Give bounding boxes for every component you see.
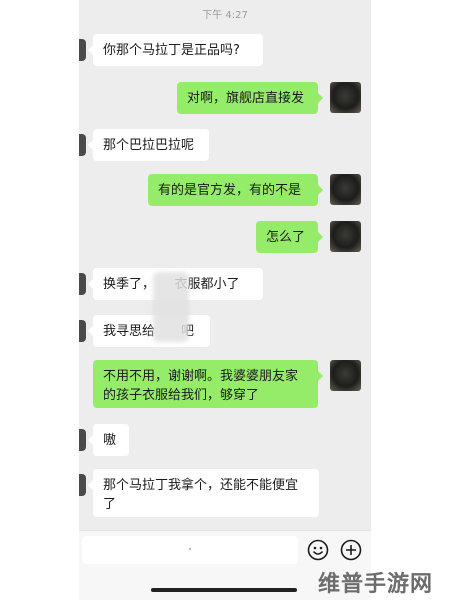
- user-avatar[interactable]: [330, 221, 361, 252]
- received-message[interactable]: 那个巴拉巴拉呢: [88, 129, 209, 161]
- input-cursor: [189, 548, 191, 550]
- redaction-blur: [153, 272, 189, 342]
- user-avatar[interactable]: [330, 82, 361, 113]
- smiley-icon[interactable]: [307, 539, 329, 561]
- user-avatar[interactable]: [330, 174, 361, 205]
- contact-avatar[interactable]: [79, 429, 86, 451]
- home-indicator: [151, 588, 297, 592]
- message-input[interactable]: [82, 536, 298, 564]
- message-timestamp: 下午 4:27: [202, 10, 248, 21]
- received-message[interactable]: 嗷: [88, 424, 129, 456]
- sent-message[interactable]: 对啊，旗舰店直接发: [177, 82, 323, 114]
- site-watermark: 维普手游网: [318, 572, 434, 597]
- contact-avatar[interactable]: [79, 39, 86, 61]
- plus-circle-icon[interactable]: [340, 539, 362, 561]
- contact-avatar[interactable]: [79, 474, 86, 496]
- chat-screen: 下午 4:27 你那个马拉丁是正品吗? 对啊，旗舰店直接发 那个巴拉巴拉呢 有的…: [79, 0, 371, 600]
- sent-message[interactable]: 有的是官方发，有的不是: [148, 174, 323, 206]
- sent-message[interactable]: 怎么了: [256, 221, 323, 253]
- sent-message[interactable]: 不用不用，谢谢啊。我婆婆朋友家的孩子衣服给我们，够穿了: [93, 360, 323, 408]
- received-message[interactable]: 我寻思给 吧: [88, 315, 210, 347]
- contact-avatar[interactable]: [79, 134, 86, 156]
- contact-avatar[interactable]: [79, 273, 86, 295]
- received-message[interactable]: 那个马拉丁我拿个，还能不能便宜了: [88, 469, 319, 517]
- received-message[interactable]: 你那个马拉丁是正品吗?: [88, 34, 263, 66]
- user-avatar[interactable]: [330, 360, 361, 391]
- contact-avatar[interactable]: [79, 320, 86, 342]
